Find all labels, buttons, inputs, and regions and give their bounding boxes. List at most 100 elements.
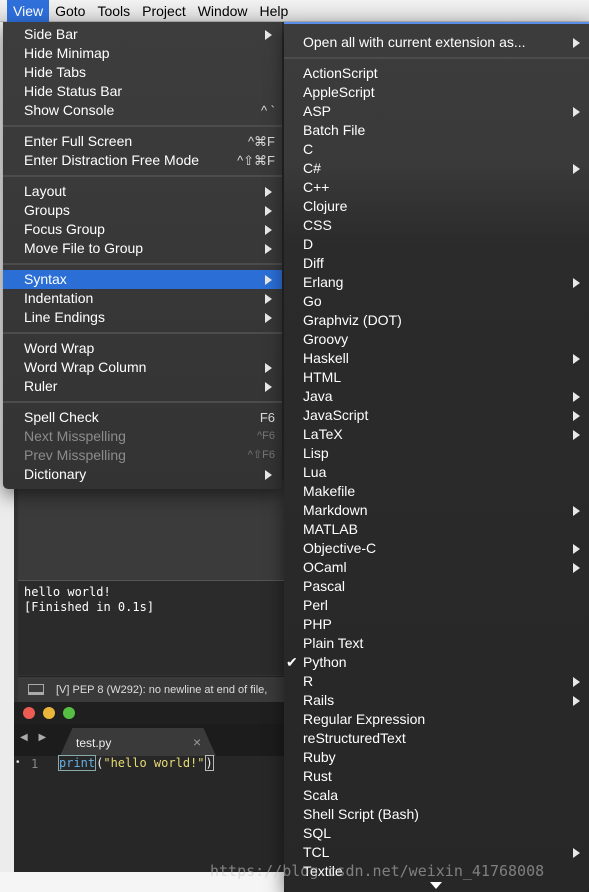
- syntax-menu-item-groovy[interactable]: Groovy: [284, 330, 589, 349]
- view-menu-item-enter-full-screen[interactable]: Enter Full Screen ^⌘F: [3, 132, 282, 151]
- view-menu-item-label: Word Wrap: [24, 340, 95, 356]
- syntax-menu-item-css[interactable]: CSS: [284, 216, 589, 235]
- syntax-menu-item-diff[interactable]: Diff: [284, 254, 589, 273]
- syntax-menu-item-label: SQL: [303, 825, 332, 841]
- view-menu-item-groups[interactable]: Groups: [3, 201, 282, 220]
- syntax-menu-item-tcl[interactable]: TCL: [284, 843, 589, 862]
- syntax-menu-item-d[interactable]: D: [284, 235, 589, 254]
- syntax-menu-item-erlang[interactable]: Erlang: [284, 273, 589, 292]
- syntax-menu-item-label: Shell Script (Bash): [303, 806, 419, 822]
- menu-project[interactable]: Project: [136, 0, 192, 22]
- syntax-menu-item-haskell[interactable]: Haskell: [284, 349, 589, 368]
- syntax-menu-item-scala[interactable]: Scala: [284, 786, 589, 805]
- menu-tools[interactable]: Tools: [91, 0, 136, 22]
- syntax-menu-item-label: Batch File: [303, 122, 366, 138]
- view-menu-item-word-wrap[interactable]: Word Wrap: [3, 339, 282, 358]
- build-console: hello world! [Finished in 0.1s]: [18, 580, 284, 675]
- menu-help[interactable]: Help: [254, 0, 295, 22]
- syntax-menu-item-html[interactable]: HTML: [284, 368, 589, 387]
- syntax-menu-item-label: reStructuredText: [303, 730, 406, 746]
- view-menu-item-word-wrap-column[interactable]: Word Wrap Column: [3, 358, 282, 377]
- syntax-menu-item-regular-expression[interactable]: Regular Expression: [284, 710, 589, 729]
- view-menu-item-enter-distraction-free-mode[interactable]: Enter Distraction Free Mode ^⇧⌘F: [3, 151, 282, 170]
- syntax-menu-item-go[interactable]: Go: [284, 292, 589, 311]
- view-menu-item-hide-tabs[interactable]: Hide Tabs: [3, 63, 282, 82]
- syntax-menu-item-objective-c[interactable]: Objective-C: [284, 539, 589, 558]
- menu-goto[interactable]: Goto: [49, 0, 91, 22]
- syntax-menu-item-markdown[interactable]: Markdown: [284, 501, 589, 520]
- view-menu-item-focus-group[interactable]: Focus Group: [3, 220, 282, 239]
- checkmark-icon: ✔: [286, 654, 298, 670]
- code-line[interactable]: print("hello world!"): [58, 755, 214, 771]
- syntax-menu-item-lisp[interactable]: Lisp: [284, 444, 589, 463]
- tab-close-icon[interactable]: ×: [193, 734, 201, 750]
- syntax-menu-item-latex[interactable]: LaTeX: [284, 425, 589, 444]
- menu-window[interactable]: Window: [192, 0, 254, 22]
- submenu-arrow-icon: [573, 392, 580, 402]
- view-menu-item-spell-check[interactable]: Spell Check F6: [3, 408, 282, 427]
- view-menu-item-ruler[interactable]: Ruler: [3, 377, 282, 396]
- syntax-menu-item-c[interactable]: C#: [284, 159, 589, 178]
- syntax-menu-item-restructuredtext[interactable]: reStructuredText: [284, 729, 589, 748]
- syntax-menu-item-sql[interactable]: SQL: [284, 824, 589, 843]
- view-menu-item-move-file-to-group[interactable]: Move File to Group: [3, 239, 282, 258]
- tab-nav-arrows-icon[interactable]: ◀ ▶: [20, 732, 50, 743]
- scroll-down-arrow-icon[interactable]: [430, 882, 442, 889]
- view-menu-item-line-endings[interactable]: Line Endings: [3, 308, 282, 327]
- view-menu-item-label: Move File to Group: [24, 240, 144, 256]
- syntax-menu-item-label: Regular Expression: [303, 711, 426, 727]
- syntax-menu-item-label: Open all with current extension as...: [303, 34, 526, 50]
- syntax-menu-item-php[interactable]: PHP: [284, 615, 589, 634]
- view-menu-item-layout[interactable]: Layout: [3, 182, 282, 201]
- syntax-menu-item-label: TCL: [303, 844, 330, 860]
- syntax-menu-item-open-all-with-current-extension-as[interactable]: Open all with current extension as...: [284, 33, 589, 52]
- submenu-arrow-icon: [265, 275, 272, 285]
- tab-label[interactable]: test.py: [76, 736, 111, 750]
- view-menu-item-syntax[interactable]: Syntax: [3, 270, 282, 289]
- view-menu-item-show-console[interactable]: Show Console ^ `: [3, 101, 282, 120]
- view-menu-item-hide-minimap[interactable]: Hide Minimap: [3, 44, 282, 63]
- syntax-menu-item-label: Makefile: [303, 483, 356, 499]
- console-toggle-icon[interactable]: [28, 684, 44, 695]
- view-menu-item-label: Focus Group: [24, 221, 105, 237]
- view-menu-item-hide-status-bar[interactable]: Hide Status Bar: [3, 82, 282, 101]
- view-menu-item-dictionary[interactable]: Dictionary: [3, 465, 282, 484]
- syntax-menu-item-label: Lisp: [303, 445, 329, 461]
- shortcut-label: ^⇧⌘F: [237, 153, 275, 168]
- syntax-menu-item-rails[interactable]: Rails: [284, 691, 589, 710]
- syntax-menu-item-python[interactable]: ✔ Python: [284, 653, 589, 672]
- syntax-menu-item-batch-file[interactable]: Batch File: [284, 121, 589, 140]
- syntax-menu-item-graphviz-dot[interactable]: Graphviz (DOT): [284, 311, 589, 330]
- syntax-menu-item-matlab[interactable]: MATLAB: [284, 520, 589, 539]
- view-menu-item-label: Spell Check: [24, 409, 99, 425]
- syntax-menu-item-ruby[interactable]: Ruby: [284, 748, 589, 767]
- syntax-menu-item-asp[interactable]: ASP: [284, 102, 589, 121]
- view-menu-item-side-bar[interactable]: Side Bar: [3, 25, 282, 44]
- syntax-menu-item-plain-text[interactable]: Plain Text: [284, 634, 589, 653]
- menu-separator: [3, 170, 282, 182]
- syntax-menu-item-javascript[interactable]: JavaScript: [284, 406, 589, 425]
- syntax-menu-item-pascal[interactable]: Pascal: [284, 577, 589, 596]
- syntax-menu-item-r[interactable]: R: [284, 672, 589, 691]
- syntax-menu-item-label: Rails: [303, 692, 335, 708]
- syntax-menu-item-label: CSS: [303, 217, 332, 233]
- syntax-menu-item-perl[interactable]: Perl: [284, 596, 589, 615]
- syntax-menu-item-rust[interactable]: Rust: [284, 767, 589, 786]
- close-window-button[interactable]: [23, 707, 35, 719]
- view-menu-item-indentation[interactable]: Indentation: [3, 289, 282, 308]
- syntax-menu-item-label: Graphviz (DOT): [303, 312, 402, 328]
- syntax-menu-item-applescript[interactable]: AppleScript: [284, 83, 589, 102]
- menu-view[interactable]: View: [7, 0, 50, 22]
- syntax-menu-item-lua[interactable]: Lua: [284, 463, 589, 482]
- minimize-window-button[interactable]: [43, 707, 55, 719]
- syntax-menu-item-ocaml[interactable]: OCaml: [284, 558, 589, 577]
- syntax-menu-item-actionscript[interactable]: ActionScript: [284, 64, 589, 83]
- zoom-window-button[interactable]: [63, 707, 75, 719]
- syntax-menu-item-java[interactable]: Java: [284, 387, 589, 406]
- syntax-menu-item-c[interactable]: C++: [284, 178, 589, 197]
- syntax-menu-item-c[interactable]: C: [284, 140, 589, 159]
- syntax-menu-item-clojure[interactable]: Clojure: [284, 197, 589, 216]
- syntax-menu-item-shell-script-bash[interactable]: Shell Script (Bash): [284, 805, 589, 824]
- syntax-menu-item-makefile[interactable]: Makefile: [284, 482, 589, 501]
- menu-bar: View Goto Tools Project Window Help: [0, 0, 589, 22]
